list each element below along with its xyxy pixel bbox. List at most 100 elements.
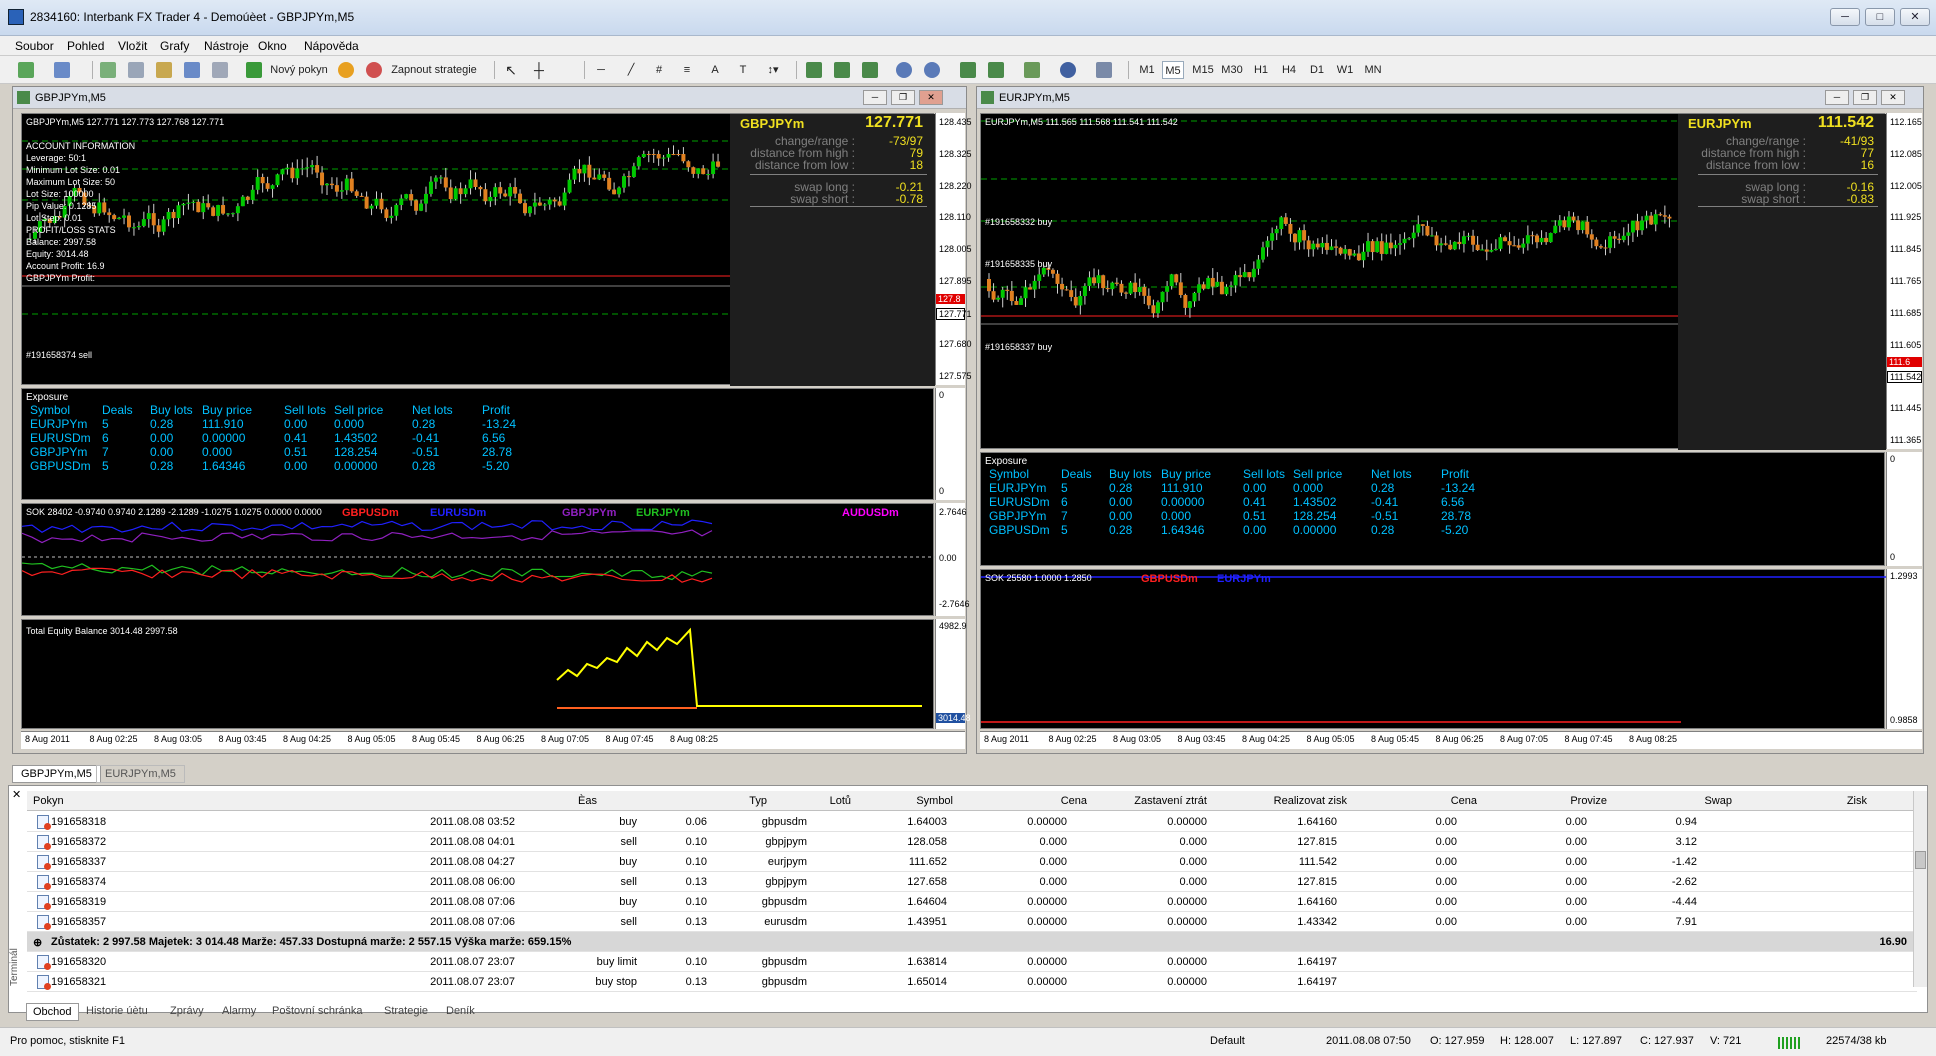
chart-icon — [981, 91, 994, 104]
panel-divider — [1698, 174, 1878, 175]
column-header[interactable]: Zisk — [1747, 795, 1867, 807]
text-icon[interactable]: A — [706, 61, 724, 79]
column-header[interactable]: Symbol — [833, 795, 953, 807]
zoom-in-icon[interactable] — [896, 62, 912, 78]
menu-vlozit[interactable]: Vložit — [118, 39, 147, 53]
column-header[interactable]: Realizovat zisk — [1227, 795, 1347, 807]
candle-body — [255, 177, 260, 190]
column-header[interactable]: Pokyn — [33, 795, 64, 807]
tf-mn[interactable]: MN — [1362, 61, 1384, 79]
column-header[interactable]: Cena — [1357, 795, 1477, 807]
indicators-icon[interactable] — [1024, 62, 1040, 78]
price-pane[interactable]: GBPJPYm,M5 127.771 127.773 127.768 127.7… — [21, 113, 935, 386]
maximize-button[interactable]: □ — [1865, 8, 1895, 26]
candle-body — [1210, 277, 1215, 287]
new-order-button[interactable]: Nový pokyn — [266, 61, 332, 79]
terminal-tab[interactable]: Strategie — [378, 1003, 434, 1019]
trade-row[interactable]: 191658321 2011.08.07 23:07 buy stop 0.13 gbp… — [27, 972, 1917, 992]
chart-restore-button[interactable]: ❐ — [891, 90, 915, 105]
arrows-icon[interactable]: ↕▾ — [762, 61, 784, 79]
terminal-tab[interactable]: Deník — [440, 1003, 481, 1019]
terminal-tab[interactable]: Historie úètu — [80, 1003, 154, 1019]
expert-advisors-button[interactable]: Zapnout strategie — [386, 61, 482, 79]
candle-body — [1635, 221, 1640, 231]
price-pane[interactable]: EURJPYm,M5 111.565 111.568 111.541 111.5… — [980, 113, 1886, 450]
trendline-icon[interactable]: ╱ — [622, 61, 640, 79]
label-icon[interactable]: T — [734, 61, 752, 79]
data-window-icon[interactable] — [156, 62, 172, 78]
trade-row[interactable]: 191658319 2011.08.08 07:06 buy 0.10 gbpusdm 1… — [27, 892, 1917, 912]
trade-row[interactable]: 191658318 2011.08.08 03:52 buy 0.06 gbpusdm 1… — [27, 812, 1917, 832]
crosshair-icon[interactable]: ┼ — [530, 61, 548, 79]
trade-cell: 191658337 — [51, 856, 107, 868]
tf-h1[interactable]: H1 — [1250, 61, 1272, 79]
candle-body — [478, 186, 483, 190]
chart-shift-icon[interactable] — [988, 62, 1004, 78]
auto-scroll-icon[interactable] — [960, 62, 976, 78]
column-header[interactable]: Provize — [1487, 795, 1607, 807]
line-chart-icon[interactable] — [862, 62, 878, 78]
chart-close-button[interactable]: ✕ — [1881, 90, 1905, 105]
menu-napoveda[interactable]: Nápověda — [304, 39, 359, 53]
channel-icon[interactable]: # — [650, 61, 668, 79]
fibo-icon[interactable]: ≡ — [678, 61, 696, 79]
cursor-icon[interactable]: ↖ — [502, 61, 520, 79]
trade-row[interactable]: 191658337 2011.08.08 04:27 buy 0.10 eurjpym 1… — [27, 852, 1917, 872]
tf-m1[interactable]: M1 — [1136, 61, 1158, 79]
expand-icon[interactable]: ⊕ — [33, 936, 42, 949]
hline-icon[interactable]: ─ — [592, 61, 610, 79]
chart-minimize-button[interactable]: ─ — [863, 90, 887, 105]
templates-icon[interactable] — [1096, 62, 1112, 78]
tf-m30[interactable]: M30 — [1219, 61, 1245, 79]
close-button[interactable]: ✕ — [1900, 8, 1930, 26]
chart-minimize-button[interactable]: ─ — [1825, 90, 1849, 105]
terminal-tab[interactable]: Poštovní schránka — [266, 1003, 369, 1019]
navigator-icon[interactable] — [128, 62, 144, 78]
zoom-out-icon[interactable] — [924, 62, 940, 78]
chart-tab-gbpjpy[interactable]: GBPJPYm,M5 — [12, 765, 101, 783]
market-watch-icon[interactable] — [100, 62, 116, 78]
new-order-icon[interactable] — [246, 62, 262, 78]
chart-restore-button[interactable]: ❐ — [1853, 90, 1877, 105]
trade-row[interactable]: 191658320 2011.08.07 23:07 buy limit 0.10 gb… — [27, 952, 1917, 972]
trade-row[interactable]: 191658357 2011.08.08 07:06 sell 0.13 eurusdm… — [27, 912, 1917, 932]
column-header[interactable]: Swap — [1612, 795, 1732, 807]
menu-grafy[interactable]: Grafy — [160, 39, 189, 53]
menu-soubor[interactable]: Soubor — [15, 39, 54, 53]
tf-m5[interactable]: M5 — [1162, 61, 1184, 79]
tf-m15[interactable]: M15 — [1190, 61, 1216, 79]
trade-row[interactable]: 191658374 2011.08.08 06:00 sell 0.13 gbpjpym… — [27, 872, 1917, 892]
periods-icon[interactable] — [1060, 62, 1076, 78]
tf-h4[interactable]: H4 — [1278, 61, 1300, 79]
chart-window-eurjpy[interactable]: EURJPYm,M5 ─ ❐ ✕ EURJPYm,M5 111.565 111.… — [976, 86, 1924, 754]
terminal-tab[interactable]: Zprávy — [164, 1003, 210, 1019]
profiles-icon[interactable] — [54, 62, 70, 78]
bar-chart-icon[interactable] — [806, 62, 822, 78]
expert-icon[interactable] — [366, 62, 382, 78]
chart-tab-eurjpy[interactable]: EURJPYm,M5 — [96, 765, 185, 783]
minimize-button[interactable]: ─ — [1830, 8, 1860, 26]
tester-icon[interactable] — [212, 62, 228, 78]
menu-okno[interactable]: Okno — [258, 39, 287, 53]
trade-cell: gbpjpym — [765, 876, 807, 888]
trade-row[interactable]: 191658372 2011.08.08 04:01 sell 0.10 gbpjpym… — [27, 832, 1917, 852]
terminal-scrollbar[interactable] — [1913, 791, 1927, 987]
tf-d1[interactable]: D1 — [1306, 61, 1328, 79]
column-header[interactable]: Cena — [967, 795, 1087, 807]
new-chart-icon[interactable] — [18, 62, 34, 78]
tf-w1[interactable]: W1 — [1334, 61, 1356, 79]
menu-nastroje[interactable]: Nástroje — [204, 39, 249, 53]
terminal-tab[interactable]: Obchod — [26, 1003, 79, 1021]
exposure-cell: 7 — [1061, 509, 1068, 523]
column-header[interactable]: Zastavení ztrát — [1087, 795, 1207, 807]
terminal-tab[interactable]: Alarmy — [216, 1003, 262, 1019]
exposure-cell: 0.28 — [1109, 481, 1133, 495]
column-header[interactable]: Èas — [477, 795, 597, 807]
chart-window-gbpjpy[interactable]: GBPJPYm,M5 ─ ❐ ✕ GBPJPYm,M5 127.771 127.… — [12, 86, 972, 754]
meta-editor-icon[interactable] — [338, 62, 354, 78]
terminal-icon[interactable] — [184, 62, 200, 78]
candles-icon[interactable] — [834, 62, 850, 78]
terminal-close-icon[interactable]: ✕ — [12, 788, 21, 801]
chart-close-button[interactable]: ✕ — [919, 90, 943, 105]
menu-pohled[interactable]: Pohled — [67, 39, 104, 53]
